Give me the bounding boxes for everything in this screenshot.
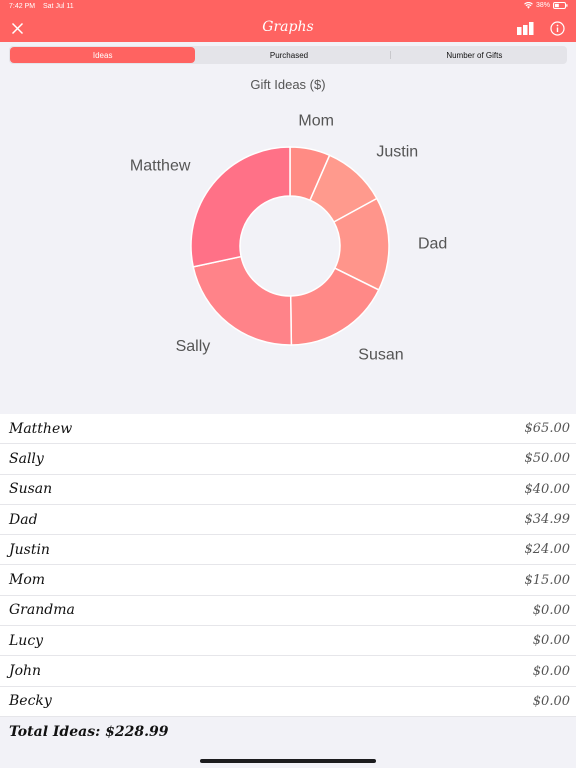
segmented-control: Ideas Purchased Number of Gifts (9, 46, 567, 64)
list-item-name: Grandma (9, 602, 75, 619)
gift-list: Matthew $65.00 Sally $50.00 Susan $40.00 Da… (0, 414, 576, 717)
list-item-value: $65.00 (524, 421, 571, 437)
slice-matthew[interactable] (190, 146, 291, 268)
list-item-value: $0.00 (532, 663, 570, 679)
list-item-name: Becky (9, 693, 52, 710)
slice-label-justin: Justin (376, 144, 418, 161)
list-item[interactable]: Dad $34.99 (0, 505, 576, 536)
info-icon[interactable] (550, 21, 565, 36)
list-item[interactable]: Grandma $0.00 (0, 596, 576, 627)
nav-title: Graphs (262, 19, 314, 35)
segment-ideas[interactable]: Ideas (10, 47, 196, 63)
list-item-value: $40.00 (524, 481, 571, 497)
list-item[interactable]: Mom $15.00 (0, 565, 576, 596)
segment-separator (390, 51, 391, 59)
list-item-name: John (9, 663, 42, 680)
home-indicator[interactable] (200, 759, 376, 763)
list-item-name: Susan (9, 481, 53, 498)
status-bar: 7:42 PM Sat Jul 11 38% (0, 0, 576, 14)
list-item[interactable]: Matthew $65.00 (0, 414, 576, 445)
list-item-name: Dad (9, 511, 38, 528)
top-bar: 7:42 PM Sat Jul 11 38% Graphs (0, 0, 576, 42)
list-item-value: $0.00 (532, 693, 570, 709)
list-item-value: $50.00 (524, 451, 571, 467)
status-date: Sat Jul 11 (43, 3, 74, 10)
slice-label-dad: Dad (418, 235, 447, 252)
list-item-name: Matthew (9, 420, 73, 437)
list-item-value: $0.00 (532, 602, 570, 618)
list-item-name: Mom (9, 572, 46, 589)
donut-chart: Mom Justin Dad Susan Sally Matthew (130, 113, 447, 364)
list-item[interactable]: John $0.00 (0, 656, 576, 687)
list-item[interactable]: Sally $50.00 (0, 444, 576, 475)
battery-icon (553, 2, 568, 9)
slice-label-matthew: Matthew (130, 158, 191, 175)
list-item-name: Sally (9, 450, 44, 467)
segment-number-of-gifts[interactable]: Number of Gifts (382, 46, 567, 64)
list-item-value: $15.00 (524, 572, 571, 588)
segment-purchased[interactable]: Purchased (196, 46, 381, 64)
battery-percent: 38% (535, 2, 550, 9)
total-ideas: Total Ideas: $228.99 (9, 724, 169, 740)
status-right: 38% (524, 2, 568, 9)
nav-bar: Graphs (0, 14, 576, 42)
list-item-name: Justin (9, 541, 50, 558)
list-item[interactable]: Susan $40.00 (0, 475, 576, 505)
slice-label-mom: Mom (298, 113, 334, 130)
slice-sally[interactable] (192, 255, 293, 346)
list-item-value: $0.00 (532, 633, 570, 649)
chart-title: Gift Ideas ($) (250, 77, 326, 92)
wifi-icon (524, 2, 533, 9)
list-item-value: $34.99 (524, 512, 571, 528)
list-item[interactable]: Becky $0.00 (0, 687, 576, 717)
bar-chart-icon[interactable] (517, 22, 534, 35)
status-time: 7:42 PM (9, 3, 36, 10)
list-item-value: $24.00 (524, 542, 571, 558)
list-item-name: Lucy (9, 632, 44, 649)
list-item[interactable]: Lucy $0.00 (0, 626, 576, 657)
slice-label-susan: Susan (358, 346, 403, 363)
list-item[interactable]: Justin $24.00 (0, 535, 576, 566)
slice-label-sally: Sally (176, 338, 211, 355)
